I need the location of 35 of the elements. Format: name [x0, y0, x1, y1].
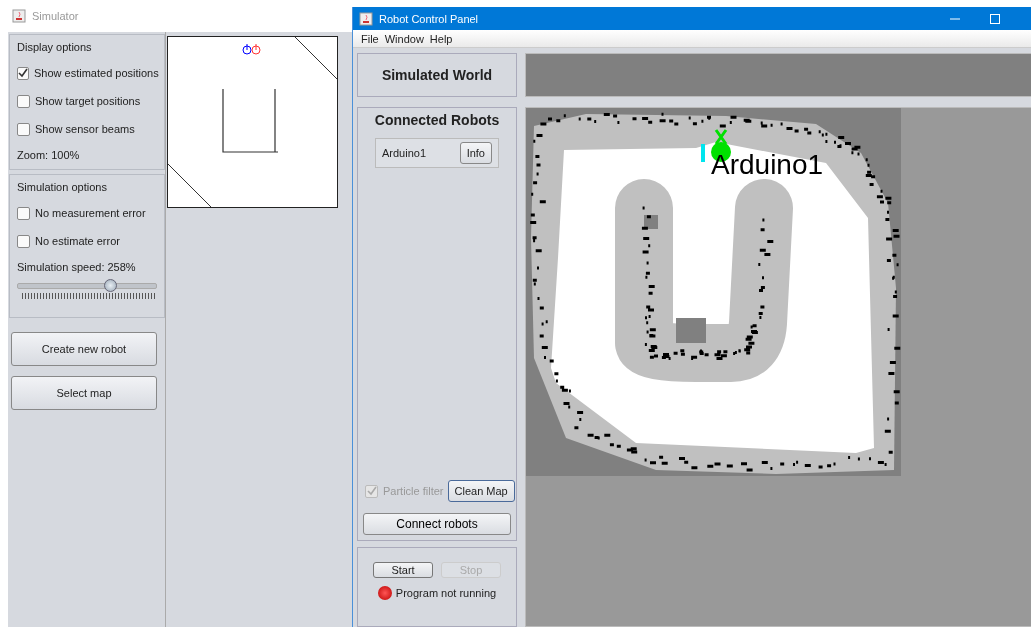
checkmark-icon: [18, 68, 28, 78]
robot-label: Arduino1: [711, 151, 824, 179]
info-button[interactable]: Info: [459, 142, 492, 164]
checkbox[interactable]: Show target positions: [17, 87, 157, 115]
checkmark-icon: [366, 486, 377, 496]
window-title: Simulator: [32, 10, 79, 22]
checkbox[interactable]: No estimate error: [17, 227, 157, 255]
java-cup-icon: [12, 9, 26, 23]
panel-title: Simulated World: [381, 67, 493, 83]
wall-line: [294, 36, 338, 80]
group-title: Simulation options: [17, 181, 108, 193]
window-title: Robot Control Panel: [379, 12, 480, 25]
java-cup-icon: [359, 11, 373, 26]
menu-item[interactable]: File: [361, 32, 379, 45]
menu-item[interactable]: Help: [429, 32, 453, 45]
status-text: Program not running: [395, 587, 497, 599]
speed-label: Simulation speed: 258%: [17, 261, 137, 273]
checkbox[interactable]: No measurement error: [17, 199, 157, 227]
action-button[interactable]: Create new robot: [11, 332, 157, 366]
group-title: Display options: [17, 41, 93, 53]
connect-button[interactable]: Connect robots: [363, 513, 511, 535]
start-button[interactable]: Start: [373, 562, 433, 578]
zoom-label: Zoom: 100%: [17, 149, 81, 161]
slider-thumb[interactable]: [104, 279, 118, 292]
menu-item[interactable]: Window: [384, 32, 424, 45]
checkbox[interactable]: Show estimated positions: [17, 59, 157, 87]
wall-line: [167, 163, 212, 208]
action-button[interactable]: Select map: [11, 376, 157, 410]
clean-map-button[interactable]: Clean Map: [447, 480, 515, 502]
maximize-icon: [990, 13, 1000, 24]
wall-drawing: [222, 88, 279, 153]
panel-title: Connected Robots: [374, 112, 500, 128]
checkbox[interactable]: Show sensor beams: [17, 115, 157, 143]
robot-name: Arduino1: [382, 147, 427, 159]
robot-icon: [242, 43, 261, 55]
